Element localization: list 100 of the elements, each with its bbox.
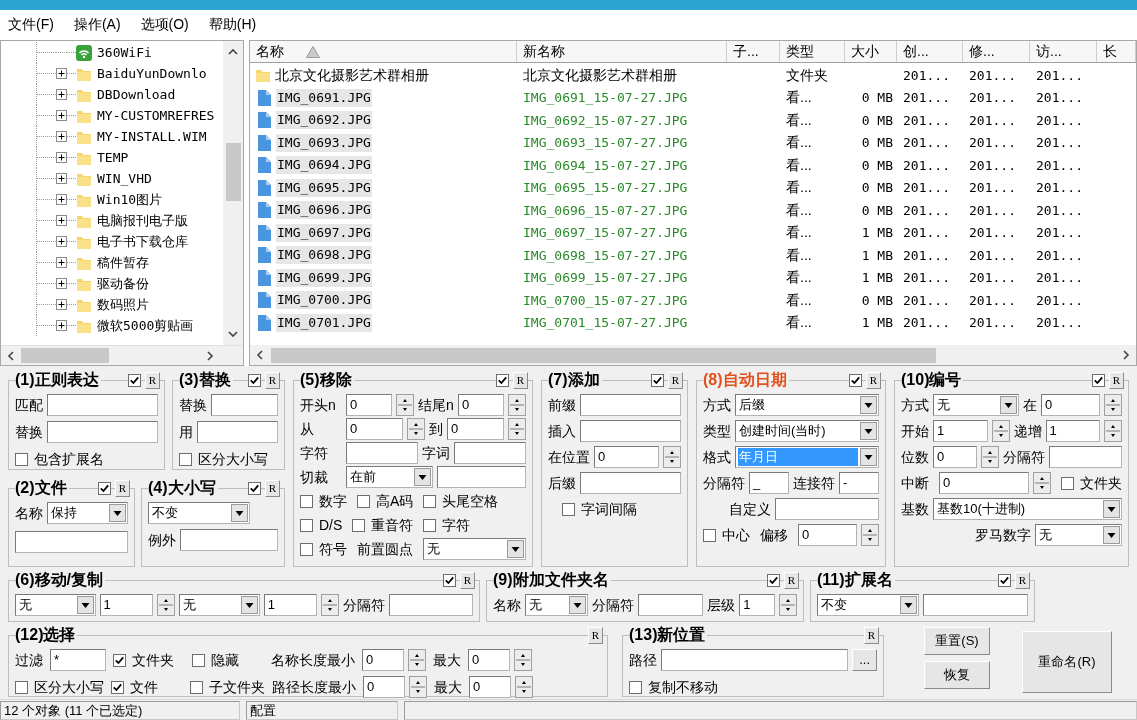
input-field[interactable] — [775, 498, 879, 520]
spin-arrows-icon[interactable] — [663, 446, 681, 468]
dropdown[interactable]: 保持 — [47, 502, 128, 524]
spin-arrows-icon[interactable] — [861, 524, 879, 546]
column-header[interactable]: 类型 — [780, 41, 845, 62]
input-field[interactable]: 1 — [263, 594, 318, 616]
input-field[interactable] — [389, 594, 473, 616]
reset-button[interactable]: R — [513, 371, 528, 389]
input-field[interactable] — [15, 531, 128, 553]
reset-button[interactable]: R — [668, 371, 683, 389]
checkbox[interactable] — [15, 452, 28, 466]
plus-box-icon[interactable] — [56, 215, 67, 226]
column-header[interactable]: 大小 — [845, 41, 897, 62]
tree-item[interactable]: 数码照片 — [97, 295, 149, 314]
tree-item[interactable]: 稿件暂存 — [97, 253, 149, 272]
dropdown[interactable]: 无 — [933, 394, 1019, 416]
reset-button[interactable]: R — [864, 626, 879, 644]
spin-arrows-icon[interactable] — [980, 446, 999, 468]
spin-arrows-icon[interactable] — [514, 649, 532, 671]
input-field[interactable]: 1 — [739, 594, 775, 616]
checkbox[interactable] — [300, 494, 313, 508]
spin-arrows-icon[interactable] — [396, 394, 415, 416]
checkbox[interactable] — [111, 680, 124, 694]
reset-button[interactable]: R — [460, 571, 475, 589]
input-field[interactable]: - — [839, 472, 879, 494]
input-field[interactable]: 0 — [447, 418, 504, 440]
checkbox[interactable] — [423, 494, 437, 508]
file-name[interactable]: IMG_0692.JPG — [276, 111, 372, 130]
file-name[interactable]: IMG_0691.JPG — [276, 88, 372, 107]
input-field[interactable] — [211, 394, 278, 416]
column-header[interactable]: 修... — [963, 41, 1030, 62]
input-field[interactable]: 0 — [594, 446, 659, 468]
checkbox[interactable] — [496, 373, 509, 387]
plus-box-icon[interactable] — [56, 173, 67, 184]
tree-item[interactable]: MY-CUSTOMREFRES — [97, 106, 215, 125]
rename-button[interactable]: 重命名(R) — [1022, 631, 1112, 693]
input-field[interactable] — [454, 442, 526, 464]
plus-box-icon[interactable] — [56, 68, 67, 79]
file-name[interactable]: IMG_0699.JPG — [276, 268, 372, 287]
input-field[interactable] — [47, 394, 158, 416]
input-field[interactable] — [580, 472, 681, 494]
plus-box-icon[interactable] — [56, 278, 67, 289]
reset-button[interactable]: R — [784, 571, 799, 589]
checkbox[interactable] — [651, 373, 664, 387]
spin-arrows-icon[interactable] — [515, 676, 533, 698]
checkbox[interactable] — [423, 518, 437, 532]
file-name[interactable]: IMG_0694.JPG — [276, 156, 372, 175]
input-field[interactable]: 0 — [457, 394, 504, 416]
reset-button[interactable]: R — [265, 371, 280, 389]
spin-arrows-icon[interactable] — [1104, 394, 1122, 416]
column-header[interactable]: 名称 — [250, 41, 517, 62]
plus-box-icon[interactable] — [56, 131, 67, 142]
plus-box-icon[interactable] — [56, 110, 67, 121]
browse-button[interactable]: ... — [852, 649, 877, 671]
checkbox[interactable] — [98, 481, 111, 495]
scrollbar-thumb[interactable] — [225, 143, 241, 201]
checkbox[interactable] — [192, 653, 205, 667]
dropdown[interactable]: 在前 — [346, 466, 433, 488]
input-field[interactable] — [637, 594, 704, 616]
dropdown[interactable]: 无 — [179, 594, 260, 616]
checkbox[interactable] — [128, 373, 141, 387]
checkbox[interactable] — [179, 452, 192, 466]
tree-item[interactable]: MY-INSTALL.WIM — [97, 127, 207, 146]
file-name[interactable]: IMG_0693.JPG — [276, 133, 372, 152]
spin-arrows-icon[interactable] — [779, 594, 797, 616]
reset-button[interactable]: R — [1109, 371, 1124, 389]
spin-arrows-icon[interactable] — [1104, 420, 1122, 442]
reset-button[interactable]: R — [265, 479, 280, 497]
input-field[interactable]: 0 — [346, 418, 403, 440]
spin-arrows-icon[interactable] — [408, 649, 426, 671]
file-name[interactable]: IMG_0698.JPG — [276, 246, 372, 265]
checkbox[interactable] — [300, 542, 313, 556]
input-field[interactable] — [180, 529, 278, 551]
plus-box-icon[interactable] — [56, 320, 67, 331]
input-field[interactable]: 1 — [933, 420, 988, 442]
checkbox[interactable] — [443, 573, 456, 587]
tree-item[interactable]: BaiduYunDownlo — [97, 64, 207, 83]
column-header[interactable]: 新名称 — [517, 41, 727, 62]
file-name[interactable]: IMG_0701.JPG — [276, 313, 372, 332]
file-name[interactable]: IMG_0700.JPG — [276, 291, 372, 310]
input-field[interactable] — [661, 649, 849, 671]
file-name[interactable]: IMG_0697.JPG — [276, 223, 372, 242]
input-field[interactable] — [580, 420, 681, 442]
tree-item[interactable]: 微软5000剪贴画 — [97, 316, 194, 335]
checkbox[interactable] — [1092, 373, 1105, 387]
checkbox[interactable] — [998, 573, 1011, 587]
spin-arrows-icon[interactable] — [1033, 472, 1051, 494]
tree-item[interactable]: WIN_VHD — [97, 169, 152, 188]
spin-arrows-icon[interactable] — [508, 418, 526, 440]
menu-item[interactable]: 操作(A) — [71, 14, 123, 34]
action-button[interactable]: 重置(S) — [924, 627, 990, 655]
column-header[interactable]: 访... — [1030, 41, 1097, 62]
column-header[interactable]: 创... — [897, 41, 963, 62]
checkbox[interactable] — [113, 653, 126, 667]
menu-item[interactable]: 选项(O) — [138, 14, 191, 34]
input-field[interactable] — [197, 421, 278, 443]
input-field[interactable] — [346, 442, 418, 464]
dropdown[interactable]: 无 — [525, 594, 588, 616]
plus-box-icon[interactable] — [56, 89, 67, 100]
reset-button[interactable]: R — [115, 479, 130, 497]
